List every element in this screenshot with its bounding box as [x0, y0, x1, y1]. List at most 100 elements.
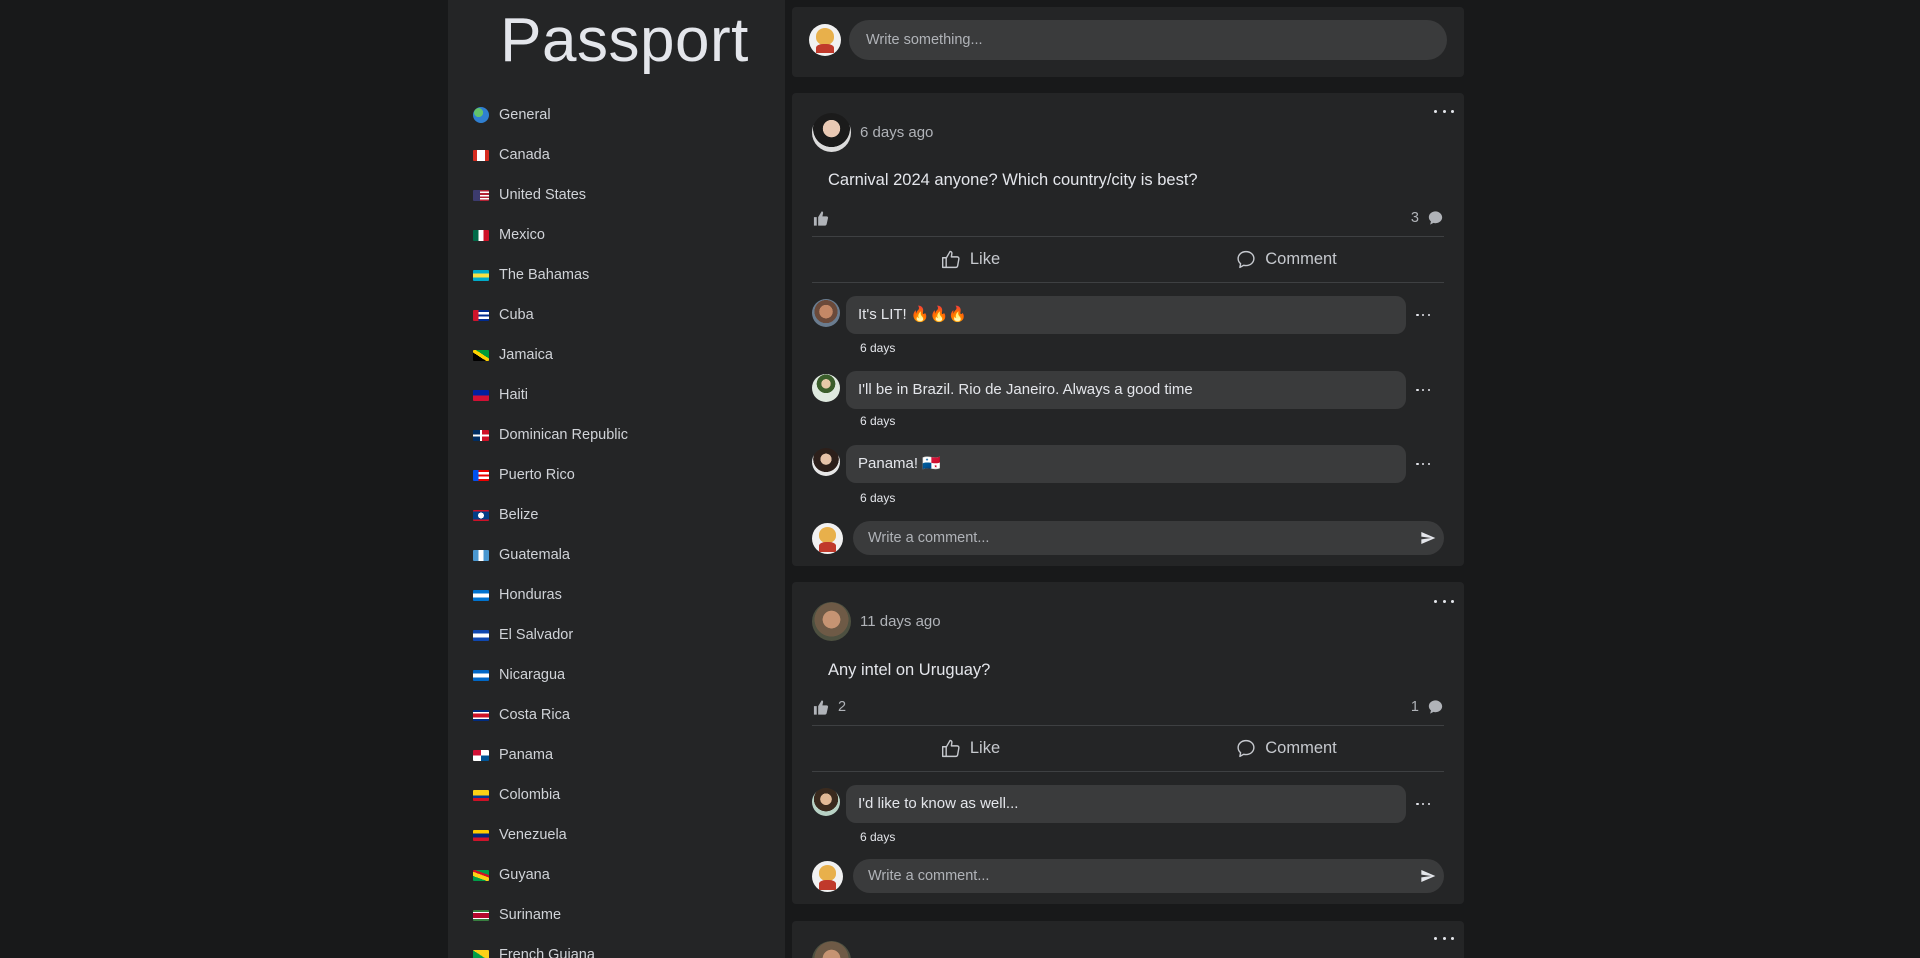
avatar[interactable]	[809, 24, 841, 56]
flag-canada-icon	[473, 149, 489, 161]
sidebar-item-label: French Guiana	[499, 947, 595, 958]
sidebar-item-venezuela[interactable]: Venezuela	[448, 815, 785, 855]
sidebar-item-jamaica[interactable]: Jamaica	[448, 335, 785, 375]
comment-count-icon	[1428, 211, 1443, 225]
comment-menu-button[interactable]	[1416, 385, 1430, 395]
comment-button-label: Comment	[1265, 739, 1337, 757]
avatar[interactable]	[812, 602, 851, 641]
comment-text: Panama! 🇵🇦	[846, 445, 1406, 483]
avatar[interactable]	[812, 523, 843, 554]
sidebar-item-nicaragua[interactable]: Nicaragua	[448, 655, 785, 695]
post-menu-button[interactable]	[1434, 933, 1454, 943]
avatar[interactable]	[812, 788, 840, 816]
sidebar-item-guyana[interactable]: Guyana	[448, 855, 785, 895]
sidebar-item-french-guiana[interactable]: French Guiana	[448, 935, 785, 958]
like-button-label: Like	[969, 739, 1001, 757]
sidebar-item-the-bahamas[interactable]: The Bahamas	[448, 255, 785, 295]
comment-timestamp[interactable]: 6 days	[860, 414, 895, 428]
post-menu-button[interactable]	[1434, 596, 1454, 606]
sidebar-item-label: Honduras	[499, 587, 562, 603]
sidebar-item-haiti[interactable]: Haiti	[448, 375, 785, 415]
comment-icon	[1237, 739, 1255, 758]
sidebar-item-panama[interactable]: Panama	[448, 735, 785, 775]
flag-costa-rica-icon	[473, 709, 489, 721]
flag-honduras-icon	[473, 589, 489, 601]
post-timestamp[interactable]: 6 days ago	[860, 124, 933, 141]
post: 6 days ago Carnival 2024 anyone? Which c…	[792, 93, 1464, 566]
avatar[interactable]	[812, 374, 840, 402]
flag-guatemala-icon	[473, 549, 489, 561]
sidebar-item-label: United States	[499, 187, 587, 203]
post-timestamp[interactable]: 11 days ago	[860, 613, 941, 630]
comment-menu-button[interactable]	[1416, 310, 1430, 320]
sidebar-item-label: Puerto Rico	[499, 467, 575, 483]
sidebar-item-general[interactable]: General	[448, 95, 785, 135]
comment-text: I'll be in Brazil. Rio de Janeiro. Alway…	[846, 371, 1406, 409]
sidebar-item-dominican-republic[interactable]: Dominican Republic	[448, 415, 785, 455]
sidebar-item-label: El Salvador	[499, 627, 574, 643]
comment-button[interactable]: Comment	[1128, 726, 1444, 771]
comment-composer: Write a comment...	[812, 521, 1444, 555]
sidebar-item-el-salvador[interactable]: El Salvador	[448, 615, 785, 655]
flag-panama-icon	[473, 749, 489, 761]
like-button[interactable]: Like	[812, 237, 1128, 282]
avatar[interactable]	[812, 299, 840, 327]
comment-timestamp[interactable]: 6 days	[860, 830, 895, 844]
sidebar-item-label: Haiti	[499, 387, 529, 403]
sidebar-item-belize[interactable]: Belize	[448, 495, 785, 535]
sidebar-item-label: Cuba	[499, 307, 534, 323]
comment-menu-button[interactable]	[1416, 799, 1430, 809]
country-nav: General Canada United States Mexico The …	[448, 95, 785, 958]
post-menu-button[interactable]	[1434, 106, 1454, 116]
globe-icon	[473, 107, 489, 123]
flag-guyana-icon	[473, 869, 489, 881]
sidebar-item-honduras[interactable]: Honduras	[448, 575, 785, 615]
like-count[interactable]: 2	[838, 699, 846, 715]
sidebar-item-mexico[interactable]: Mexico	[448, 215, 785, 255]
comment-button[interactable]: Comment	[1128, 237, 1444, 282]
sidebar-item-label: Guyana	[499, 867, 550, 883]
comment-count[interactable]: 1	[1411, 699, 1419, 715]
post-text: Any intel on Uruguay?	[828, 661, 991, 679]
sidebar-item-label: Belize	[499, 507, 539, 523]
sidebar-item-label: Mexico	[499, 227, 545, 243]
comment-count[interactable]: 3	[1411, 210, 1419, 226]
flag-mexico-icon	[473, 229, 489, 241]
composer-input[interactable]: Write something...	[849, 20, 1447, 60]
sidebar-item-united-states[interactable]: United States	[448, 175, 785, 215]
avatar[interactable]	[812, 941, 851, 958]
flag-colombia-icon	[473, 789, 489, 801]
sidebar-item-cuba[interactable]: Cuba	[448, 295, 785, 335]
thumbs-up-icon	[941, 739, 960, 758]
sidebar-item-canada[interactable]: Canada	[448, 135, 785, 175]
comment-timestamp[interactable]: 6 days	[860, 341, 895, 355]
flag-belize-icon	[473, 509, 489, 521]
comment-input[interactable]: Write a comment...	[853, 859, 1444, 893]
flag-venezuela-icon	[473, 829, 489, 841]
sidebar-item-label: Venezuela	[499, 827, 567, 843]
app: Passport General Canada United States Me…	[0, 0, 1920, 958]
sidebar-item-guatemala[interactable]: Guatemala	[448, 535, 785, 575]
send-icon[interactable]	[1420, 868, 1436, 884]
post-header: 11 days ago	[812, 602, 941, 641]
sidebar-item-puerto-rico[interactable]: Puerto Rico	[448, 455, 785, 495]
post-stats: 3	[812, 207, 1444, 229]
sidebar-item-colombia[interactable]: Colombia	[448, 775, 785, 815]
sidebar-item-label: Panama	[499, 747, 554, 763]
sidebar-item-label: Dominican Republic	[499, 427, 628, 443]
sidebar-item-label: The Bahamas	[499, 267, 590, 283]
comment-timestamp[interactable]: 6 days	[860, 491, 895, 505]
sidebar-item-costa-rica[interactable]: Costa Rica	[448, 695, 785, 735]
avatar[interactable]	[812, 861, 843, 892]
send-icon[interactable]	[1420, 530, 1436, 546]
avatar[interactable]	[812, 113, 851, 152]
thumbs-up-icon	[941, 250, 960, 269]
flag-jamaica-icon	[473, 349, 489, 361]
brand-title[interactable]: Passport	[448, 8, 785, 74]
comment-input[interactable]: Write a comment...	[853, 521, 1444, 555]
avatar[interactable]	[812, 448, 840, 476]
flag-french-guiana-icon	[473, 949, 489, 958]
comment-menu-button[interactable]	[1416, 459, 1430, 469]
like-button[interactable]: Like	[812, 726, 1128, 771]
sidebar-item-suriname[interactable]: Suriname	[448, 895, 785, 935]
